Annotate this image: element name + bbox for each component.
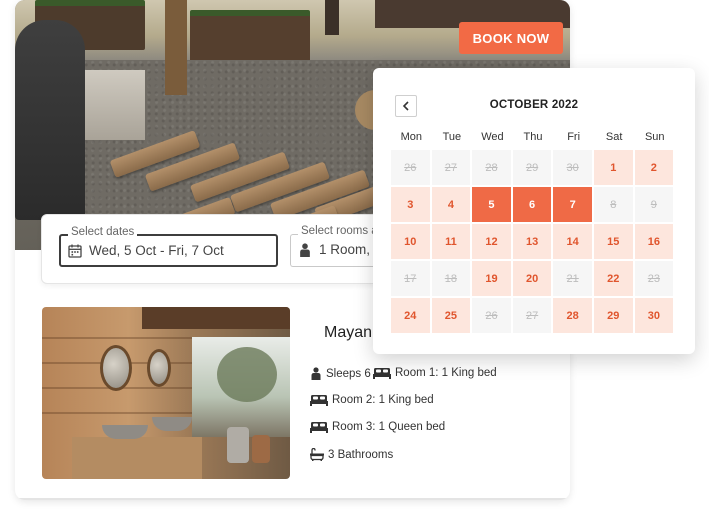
select-dates-value: Wed, 5 Oct - Fri, 7 Oct — [89, 243, 224, 258]
bed-icon — [310, 422, 328, 433]
bed-icon — [373, 368, 391, 379]
calendar-day-available[interactable]: 19 — [472, 261, 511, 296]
feature-label: Sleeps 6 — [326, 367, 371, 380]
calendar-day-selected[interactable]: 7 — [553, 187, 592, 222]
weekday-label: Mon — [400, 131, 422, 143]
calendar-day-unavailable: 17 — [391, 261, 430, 296]
weekday-label: Sat — [605, 131, 623, 143]
calendar-day-selected[interactable]: 6 — [512, 187, 552, 222]
mirror — [147, 349, 171, 387]
calendar-day-unavailable: 26 — [391, 150, 430, 185]
calendar-day-unavailable: 27 — [512, 298, 552, 333]
bed-icon — [310, 395, 328, 406]
feature-room-1: Room 1: 1 King bed — [373, 367, 497, 379]
calendar-day-unavailable: 8 — [593, 187, 633, 222]
listing-photo — [42, 307, 290, 479]
feature-room-2: Room 2: 1 King bed — [310, 394, 434, 406]
calendar-day-available[interactable]: 28 — [553, 298, 592, 333]
calendar-day-unavailable: 29 — [512, 150, 552, 185]
calendar-day-unavailable: 26 — [472, 298, 511, 333]
calendar-day-available[interactable]: 16 — [634, 224, 674, 259]
person-icon — [300, 243, 310, 257]
calendar-day-available[interactable]: 22 — [593, 261, 633, 296]
calendar-day-unavailable: 9 — [634, 187, 674, 222]
weekday-label: Fri — [567, 131, 581, 143]
calendar-day-unavailable: 28 — [472, 150, 511, 185]
calendar-day-unavailable: 27 — [431, 150, 471, 185]
mirror — [100, 345, 132, 391]
feature-label: Room 1: 1 King bed — [395, 367, 497, 379]
feature-label: 3 Bathrooms — [328, 448, 394, 461]
calendar-day-available[interactable]: 12 — [472, 224, 511, 259]
feature-label: Room 3: 1 Queen bed — [332, 421, 446, 433]
calendar-month-title: OCTOBER 2022 — [489, 99, 579, 111]
calendar-day-available[interactable]: 14 — [553, 224, 592, 259]
feature-label: Room 2: 1 King bed — [332, 394, 434, 406]
calendar-day-unavailable: 21 — [553, 261, 592, 296]
weekday-label: Wed — [481, 131, 504, 143]
calendar-icon — [68, 244, 82, 258]
calendar-day-available[interactable]: 4 — [431, 187, 471, 222]
calendar-day-available[interactable]: 15 — [593, 224, 633, 259]
feature-room-3: Room 3: 1 Queen bed — [310, 421, 445, 433]
calendar-day-selected[interactable]: 5 — [472, 187, 511, 222]
calendar-day-available[interactable]: 10 — [391, 224, 430, 259]
bathtub-icon — [310, 448, 324, 461]
person-icon — [311, 367, 321, 380]
calendar-day-available[interactable]: 30 — [634, 298, 674, 333]
weekday-label: Tue — [442, 131, 462, 143]
calendar-day-available[interactable]: 3 — [391, 187, 430, 222]
select-rooms-value: 1 Room, 2 — [319, 242, 382, 257]
calendar-day-grid: 26 27 28 29 30 1 2 3 4 5 6 7 8 9 10 11 12 13 14 15 16 17 18 19 2… — [391, 150, 675, 333]
grill — [15, 20, 85, 220]
weekday-label: Sun — [644, 131, 665, 143]
calendar-day-available[interactable]: 29 — [593, 298, 633, 333]
calendar-day-unavailable: 23 — [634, 261, 674, 296]
select-dates-label: Select dates — [68, 226, 138, 238]
calendar-day-available[interactable]: 25 — [431, 298, 471, 333]
calendar-day-available[interactable]: 20 — [512, 261, 552, 296]
book-now-button[interactable]: BOOK NOW — [459, 22, 563, 54]
calendar-day-available[interactable]: 2 — [634, 150, 674, 185]
feature-sleeps: Sleeps 6 — [310, 367, 371, 380]
weekday-header: Mon Tue Wed Thu Fri Sat Sun — [391, 131, 675, 143]
calendar-day-unavailable: 18 — [431, 261, 471, 296]
calendar-day-available[interactable]: 1 — [593, 150, 633, 185]
date-picker-popup: OCTOBER 2022 Mon Tue Wed Thu Fri Sat Sun… — [373, 68, 695, 354]
calendar-day-available[interactable]: 11 — [431, 224, 471, 259]
calendar-day-available[interactable]: 13 — [512, 224, 552, 259]
select-dates-field[interactable]: Select dates Wed, 5 Oct - Fri, 7 Oct — [59, 226, 278, 267]
calendar-day-available[interactable]: 24 — [391, 298, 430, 333]
feature-bathrooms: 3 Bathrooms — [310, 448, 393, 461]
calendar-day-unavailable: 30 — [553, 150, 592, 185]
weekday-label: Thu — [523, 131, 543, 143]
